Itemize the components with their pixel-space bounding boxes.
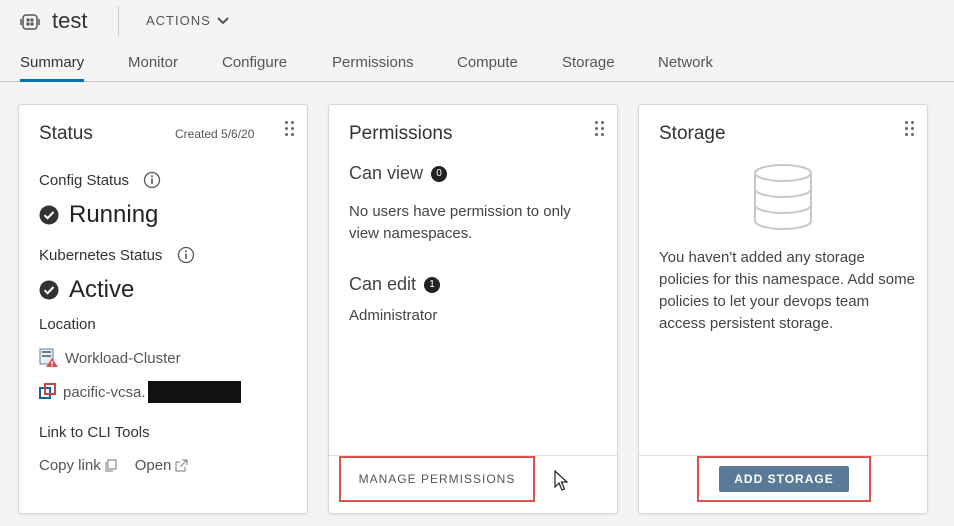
- config-status-value: Running: [69, 201, 159, 228]
- manage-permissions-button[interactable]: MANAGE PERMISSIONS: [339, 456, 535, 502]
- open-link-label: Open: [134, 457, 172, 474]
- check-circle-icon: [39, 205, 59, 225]
- redacted-box: [147, 381, 241, 403]
- k8s-status-value: Active: [69, 276, 135, 303]
- tab-storage[interactable]: Storage: [562, 54, 615, 82]
- check-circle-icon: [39, 280, 59, 300]
- info-icon[interactable]: [177, 246, 195, 264]
- vcenter-name: pacific-vcsa.: [63, 383, 146, 401]
- k8s-status-label: Kubernetes Status: [39, 247, 163, 264]
- database-icon: [754, 164, 812, 230]
- vcenter-location-link[interactable]: pacific-vcsa.: [39, 381, 241, 403]
- cluster-warning-icon: [39, 348, 58, 367]
- vcenter-icon: [39, 383, 56, 399]
- tab-permissions[interactable]: Permissions: [332, 54, 414, 82]
- namespace-icon: [20, 14, 40, 30]
- drag-handle-icon[interactable]: [905, 121, 915, 137]
- external-link-icon: [175, 459, 188, 472]
- open-link-button[interactable]: Open: [135, 457, 189, 474]
- drag-handle-icon[interactable]: [285, 121, 295, 137]
- created-date: Created 5/6/20: [175, 127, 255, 141]
- cli-tools-label: Link to CLI Tools: [39, 424, 150, 441]
- tab-bar: Summary Monitor Configure Permissions Co…: [0, 50, 954, 82]
- cluster-location-link[interactable]: Workload-Cluster: [39, 348, 181, 368]
- page-header: test ACTIONS Summary Monitor Configure P…: [0, 0, 954, 82]
- storage-card-title: Storage: [659, 123, 726, 144]
- status-card-title: Status: [39, 123, 93, 144]
- copy-link-label: Copy link: [39, 457, 101, 474]
- copy-icon: [105, 459, 117, 472]
- config-status-label: Config Status: [39, 172, 130, 189]
- can-view-text: No users have permission to only view na…: [349, 203, 571, 242]
- add-storage-highlight: ADD STORAGE: [697, 456, 871, 502]
- actions-menu-button[interactable]: ACTIONS: [146, 13, 229, 28]
- tab-summary[interactable]: Summary: [20, 54, 85, 82]
- permissions-card-footer: MANAGE PERMISSIONS: [329, 455, 617, 513]
- storage-card-footer: ADD STORAGE: [639, 455, 927, 513]
- config-status-row: Running: [39, 201, 158, 229]
- actions-label: ACTIONS: [146, 13, 211, 28]
- tab-network[interactable]: Network: [658, 54, 713, 82]
- cluster-name: Workload-Cluster: [65, 349, 181, 367]
- tab-compute[interactable]: Compute: [457, 54, 518, 82]
- mouse-pointer-icon: [554, 470, 568, 491]
- can-view-heading: Can view 0: [349, 163, 448, 184]
- location-label: Location: [39, 316, 96, 333]
- add-storage-button[interactable]: ADD STORAGE: [719, 466, 849, 492]
- status-card: Status Created 5/6/20 Config Status Runn…: [18, 104, 308, 514]
- header-divider: [118, 6, 119, 36]
- can-edit-heading: Can edit 1: [349, 274, 441, 295]
- can-edit-label: Can edit: [349, 274, 417, 294]
- drag-handle-icon[interactable]: [595, 121, 605, 137]
- storage-empty-text: You haven't added any storage policies f…: [659, 249, 915, 332]
- permissions-card-title: Permissions: [349, 123, 453, 144]
- tab-configure[interactable]: Configure: [222, 54, 287, 82]
- can-view-count-badge: 0: [431, 165, 448, 182]
- storage-card: Storage You haven't added any storage po…: [638, 104, 928, 514]
- tab-monitor[interactable]: Monitor: [128, 54, 178, 82]
- can-edit-text: Administrator: [349, 307, 438, 324]
- page-title: test: [52, 8, 88, 33]
- permissions-card: Permissions Can view 0 No users have per…: [328, 104, 618, 514]
- cli-links: Copy link Open: [39, 457, 188, 474]
- can-edit-count-badge: 1: [424, 276, 441, 293]
- copy-link-button[interactable]: Copy link: [39, 457, 117, 474]
- k8s-status-row: Active: [39, 276, 134, 304]
- chevron-down-icon: [217, 16, 229, 24]
- info-icon[interactable]: [143, 171, 161, 189]
- can-view-label: Can view: [349, 163, 424, 183]
